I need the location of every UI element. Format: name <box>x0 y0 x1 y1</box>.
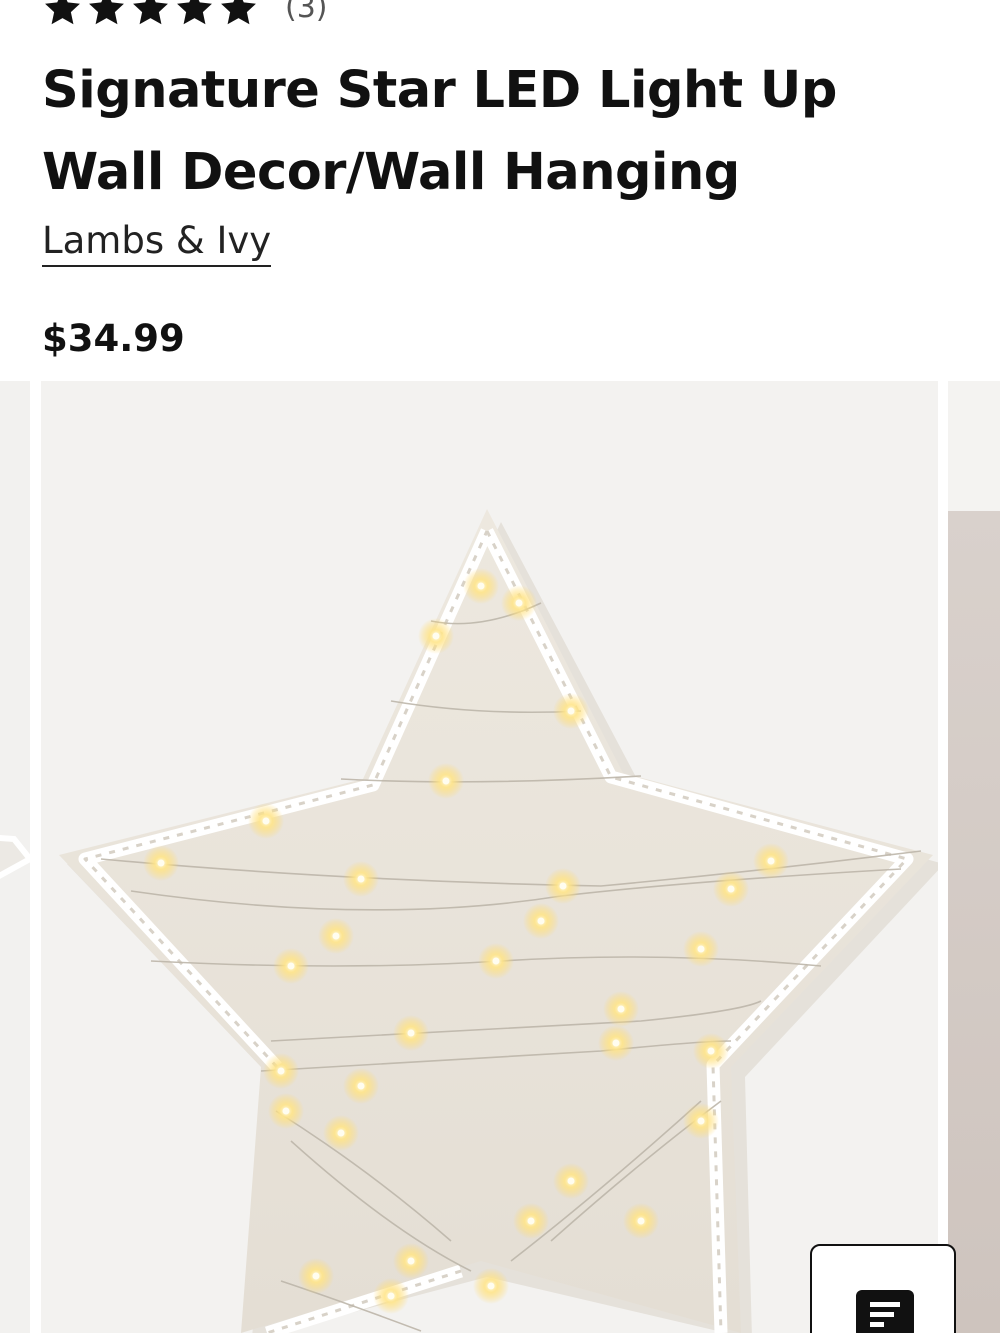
next-image-partial <box>948 511 1000 1333</box>
led-light-bulb <box>537 917 545 925</box>
rating-stars <box>42 0 259 29</box>
star-icon <box>133 0 168 24</box>
led-light-bulb <box>567 707 575 715</box>
rating-row[interactable]: (3) <box>42 0 328 30</box>
product-title: Signature Star LED Light Up Wall Decor/W… <box>42 61 837 202</box>
led-light-bulb <box>387 1292 395 1300</box>
led-light-bulb <box>559 882 567 890</box>
led-light-bulb <box>477 582 485 590</box>
led-light-bulb <box>407 1257 415 1265</box>
led-light-bulb <box>357 875 365 883</box>
led-light-bulb <box>527 1217 535 1225</box>
star-icon <box>221 0 256 24</box>
product-page: (3) Signature Star LED Light Up Wall Dec… <box>0 0 1000 1333</box>
led-light-bulb <box>567 1177 575 1185</box>
led-light-bulb <box>287 962 295 970</box>
brand-link[interactable]: Lambs & Ivy <box>42 221 272 267</box>
led-light-bulb <box>337 1129 345 1137</box>
led-light-bulb <box>707 1047 715 1055</box>
led-light-bulb <box>612 1039 620 1047</box>
led-light-bulb <box>262 817 270 825</box>
led-light-bulb <box>442 777 450 785</box>
led-light-bulb <box>767 857 775 865</box>
led-light-bulb <box>432 632 440 640</box>
led-light-bulb <box>282 1107 290 1115</box>
led-light-bulb <box>357 1082 365 1090</box>
led-light-bulb <box>277 1067 285 1075</box>
chat-button[interactable] <box>810 1244 956 1333</box>
led-light-bulb <box>727 885 735 893</box>
star-decor-image-partial <box>0 834 30 879</box>
led-light-bulb <box>697 1117 705 1125</box>
product-image-carousel[interactable] <box>0 381 1000 1333</box>
chat-bubble-icon <box>856 1290 914 1333</box>
star-icon <box>177 0 212 24</box>
led-light-bulb <box>515 599 523 607</box>
star-icon <box>89 0 124 24</box>
led-light-bulb <box>617 1005 625 1013</box>
product-price: $34.99 <box>42 317 185 360</box>
carousel-slide-previous[interactable] <box>0 381 30 1333</box>
led-light-bulb <box>487 1282 495 1290</box>
review-count-link[interactable]: (3) <box>285 0 328 23</box>
product-image-star-led <box>59 509 938 1333</box>
led-light-bulb <box>312 1272 320 1280</box>
led-light-bulb <box>637 1217 645 1225</box>
carousel-slide-next[interactable] <box>948 381 1000 1333</box>
led-light-bulb <box>697 945 705 953</box>
star-icon <box>45 0 80 24</box>
led-light-bulb <box>157 859 165 867</box>
carousel-slide-main[interactable] <box>41 381 938 1333</box>
led-light-bulb <box>492 957 500 965</box>
led-light-bulb <box>332 932 340 940</box>
led-light-bulb <box>407 1029 415 1037</box>
